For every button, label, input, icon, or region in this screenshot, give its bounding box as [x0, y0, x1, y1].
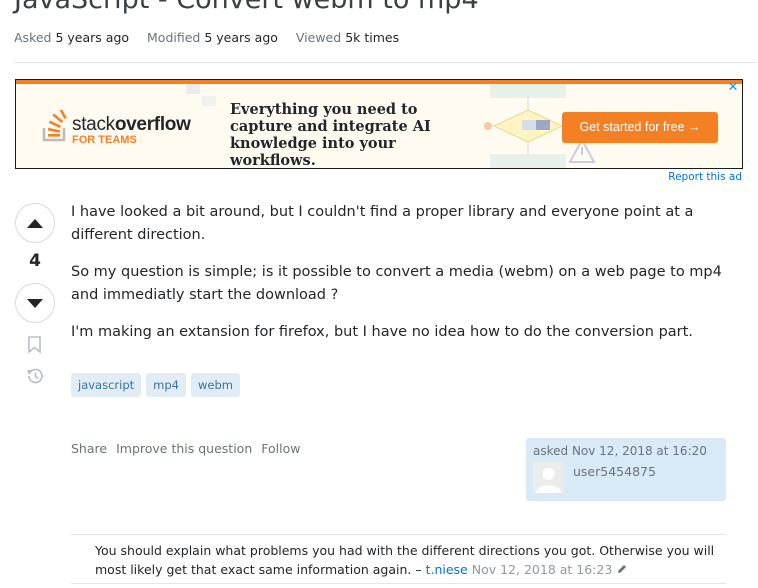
body-paragraph: I'm making an extansion for firefox, but…	[71, 324, 693, 340]
ad-copy: Everything you need to capture and integ…	[230, 101, 431, 169]
downvote-button[interactable]	[15, 283, 55, 323]
stackoverflow-teams-logo[interactable]: stackoverflow FOR TEAMS	[42, 110, 202, 150]
arrow-up-icon	[27, 219, 43, 228]
owner-card: asked Nov 12, 2018 at 16:20 user5454875	[526, 438, 726, 501]
post-menu: Share Improve this question Follow	[71, 441, 309, 456]
logo-wordmark: stackoverflow	[72, 114, 191, 136]
question-title[interactable]: JavaScript - Convert webm to mp4	[14, 0, 479, 15]
report-ad-link[interactable]: Report this ad	[668, 171, 742, 183]
tag-list: javascript mp4 webm	[71, 373, 245, 397]
ad-banner[interactable]: ✕ stackoverflow FOR TEAMS Everything you…	[15, 79, 743, 169]
asked-value: 5 years ago	[55, 30, 130, 45]
divider	[14, 62, 757, 63]
body-paragraph: I have looked a bit around, but I couldn…	[71, 204, 694, 243]
default-user-icon	[533, 462, 564, 493]
question-body: I have looked a bit around, but I couldn…	[71, 201, 731, 359]
comment-user[interactable]: t.niese	[426, 562, 468, 577]
improve-question-link[interactable]: Improve this question	[116, 441, 252, 456]
upvote-button[interactable]	[15, 203, 55, 243]
ad-close-icon[interactable]: ✕	[727, 81, 739, 94]
history-icon	[27, 368, 43, 384]
vote-count: 4	[29, 251, 41, 271]
comment-divider	[71, 534, 726, 535]
comment-date[interactable]: Nov 12, 2018 at 16:23	[472, 562, 613, 577]
timeline-button[interactable]	[25, 366, 45, 390]
asked-label: Asked	[14, 30, 52, 45]
comment-divider	[71, 583, 726, 584]
pencil-icon[interactable]	[616, 563, 628, 575]
comment: You should explain what problems you had…	[95, 541, 715, 579]
bookmark-icon	[28, 336, 41, 354]
tag-javascript[interactable]: javascript	[71, 373, 142, 397]
asked-timestamp[interactable]: asked Nov 12, 2018 at 16:20	[533, 444, 707, 458]
body-paragraph: So my question is simple; is it possible…	[71, 264, 722, 303]
modified-label: Modified	[147, 30, 201, 45]
follow-link[interactable]: Follow	[261, 441, 300, 456]
tag-webm[interactable]: webm	[190, 373, 240, 397]
viewed-value: 5k times	[345, 30, 400, 45]
owner-username[interactable]: user5454875	[573, 464, 656, 479]
get-started-button[interactable]: Get started for free →	[562, 112, 718, 143]
share-link[interactable]: Share	[71, 441, 107, 456]
bookmark-button[interactable]	[27, 335, 43, 359]
ad-top-stripe	[16, 80, 742, 84]
tag-mp4[interactable]: mp4	[146, 373, 186, 397]
logo-subtitle: FOR TEAMS	[72, 134, 137, 146]
viewed-label: Viewed	[295, 30, 342, 45]
arrow-down-icon	[27, 299, 43, 308]
stack-logo-icon	[42, 110, 67, 142]
avatar[interactable]	[533, 462, 564, 493]
question-meta: Asked 5 years ago Modified 5 years ago Vie…	[14, 30, 413, 45]
logo-prefix: stack	[72, 114, 115, 135]
logo-bold: overflow	[114, 114, 191, 135]
ad-corner-graphic	[186, 84, 216, 106]
modified-value[interactable]: 5 years ago	[204, 30, 278, 45]
